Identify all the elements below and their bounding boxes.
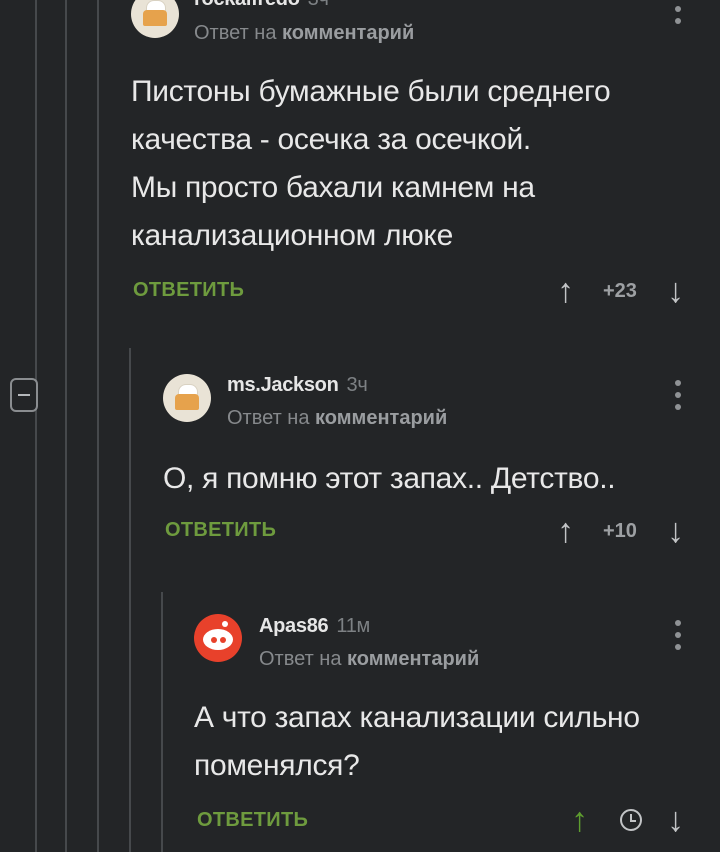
more-options-icon[interactable]	[674, 380, 682, 414]
comment-username[interactable]: Apas86 11м	[259, 615, 370, 638]
chef-cake-avatar-icon[interactable]	[163, 374, 211, 422]
thread-line	[161, 592, 163, 852]
upvote-icon[interactable]: ↑	[557, 274, 574, 308]
comment-time: 3ч	[308, 0, 329, 10]
reply-to-label: Ответ на комментарий	[227, 407, 448, 429]
comment-text: А что запах канализации сильно поменялся…	[194, 701, 640, 782]
clock-icon	[620, 809, 642, 831]
collapse-thread-button[interactable]	[10, 378, 38, 412]
comment-time: 11м	[336, 615, 370, 637]
upvote-icon[interactable]: ↑	[571, 803, 588, 837]
more-options-icon[interactable]	[674, 0, 682, 28]
reply-to-link[interactable]: комментарий	[347, 648, 479, 670]
downvote-icon[interactable]: ↓	[667, 514, 684, 548]
reply-to-link[interactable]: комментарий	[282, 22, 414, 44]
reply-to-link[interactable]: комментарий	[315, 407, 447, 429]
comment-text: О, я помню этот запах.. Детство..	[163, 462, 616, 495]
reply-button[interactable]: ОТВЕТИТЬ	[165, 519, 276, 542]
comment-text: Пистоны бумажные были среднего качества …	[131, 75, 611, 252]
chef-cake-avatar-icon[interactable]	[131, 0, 179, 38]
upvote-icon[interactable]: ↑	[557, 514, 574, 548]
downvote-icon[interactable]: ↓	[667, 803, 684, 837]
comment-username[interactable]: ms.Jackson 3ч	[227, 374, 368, 397]
reply-to-label: Ответ на комментарий	[259, 648, 480, 670]
downvote-icon[interactable]: ↓	[667, 274, 684, 308]
thread-line	[129, 348, 131, 852]
comment-username[interactable]: rockalfredo3ч	[194, 0, 329, 11]
comment: rockalfredo3ч Ответ на комментарий Писто…	[0, 0, 720, 330]
comment-score: +10	[603, 520, 637, 542]
reply-button[interactable]: ОТВЕТИТЬ	[133, 279, 244, 302]
reddit-alien-avatar-icon[interactable]	[194, 614, 242, 662]
comment-time: 3ч	[346, 374, 368, 396]
comment-score: +23	[603, 280, 637, 302]
more-options-icon[interactable]	[674, 620, 682, 654]
reply-to-label: Ответ на комментарий	[194, 22, 415, 44]
reply-button[interactable]: ОТВЕТИТЬ	[197, 809, 308, 832]
